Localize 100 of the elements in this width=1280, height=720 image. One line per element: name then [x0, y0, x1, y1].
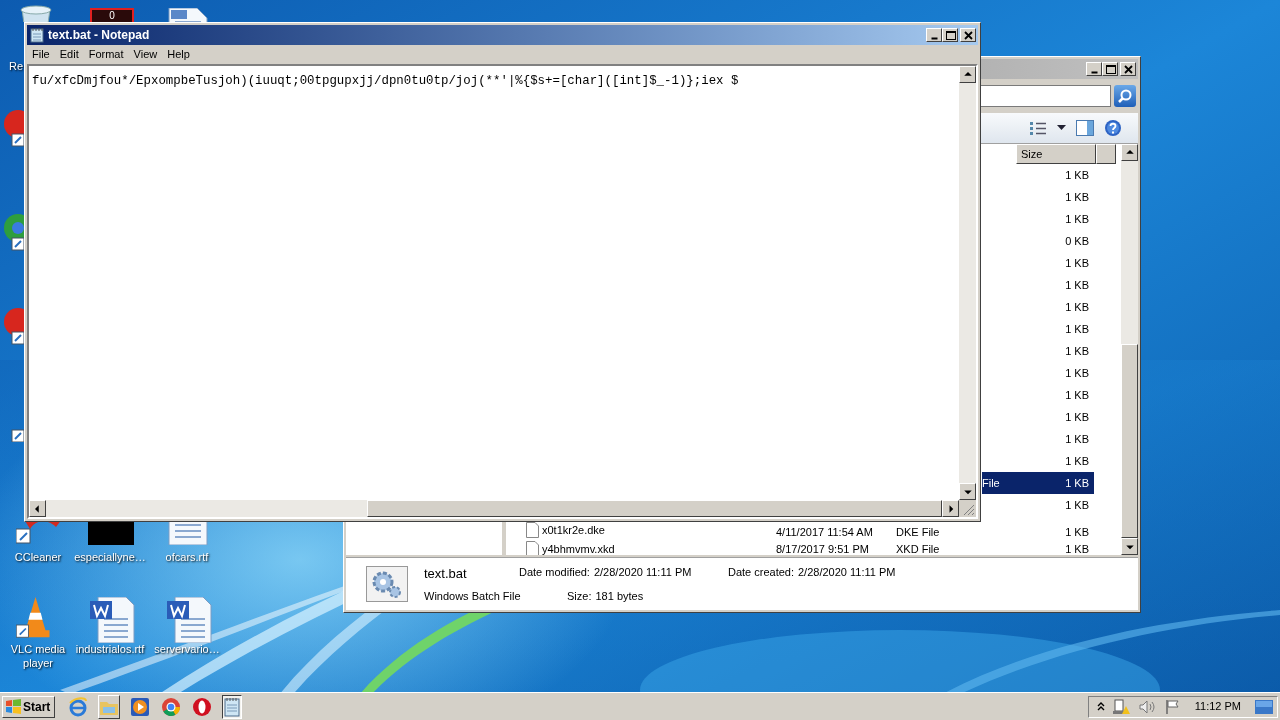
clock[interactable]: 11:12 PM [1188, 698, 1247, 715]
scroll-up-button[interactable] [1121, 144, 1138, 161]
file-size: 0 KB [1065, 233, 1090, 249]
file-row[interactable]: 1 KB [982, 296, 1094, 318]
file-size: 1 KB [1065, 387, 1090, 403]
icon-label: Re [9, 59, 24, 74]
file-row[interactable]: 1 KB [982, 340, 1094, 362]
word-document-icon[interactable] [165, 597, 213, 643]
maximize-button[interactable] [942, 28, 958, 42]
chevron-up-icon[interactable] [1096, 702, 1105, 711]
file-type: DKE File [896, 526, 940, 538]
browser-icon [68, 696, 88, 717]
counter-icon[interactable]: 0 [90, 8, 134, 22]
minimize-icon [930, 36, 938, 40]
maximize-button[interactable] [1102, 62, 1118, 76]
file-row[interactable]: 1 KB [982, 406, 1094, 428]
windows-logo-icon [5, 699, 22, 714]
file-size: 1 KB [1065, 365, 1090, 381]
resize-grip-icon[interactable] [959, 500, 976, 517]
app-icon[interactable] [11, 429, 24, 442]
search-button[interactable] [1114, 85, 1136, 107]
file-row[interactable]: 1 KB [982, 384, 1094, 406]
file-row[interactable]: 1 KB [982, 318, 1094, 340]
scroll-up-button[interactable] [959, 66, 976, 83]
file-row[interactable]: 1 KB [982, 208, 1094, 230]
scrollbar-thumb[interactable] [367, 500, 942, 517]
file-size: 1 KB [1065, 189, 1090, 205]
document-icon[interactable] [165, 8, 209, 22]
document-icon[interactable] [165, 522, 209, 545]
speaker-icon[interactable] [1138, 699, 1157, 714]
file-row[interactable]: 1 KB [982, 164, 1094, 186]
menu-item[interactable]: Edit [54, 46, 84, 63]
menu-item[interactable]: Help [162, 46, 195, 63]
help-icon[interactable] [1104, 119, 1122, 137]
thumbnail-icon[interactable] [88, 522, 134, 545]
flag-icon[interactable] [1164, 698, 1181, 715]
file-size: 1 KB [1065, 526, 1089, 538]
file-type: File [982, 476, 1000, 489]
menu-item[interactable]: Format [83, 46, 129, 63]
file-row[interactable]: 1 KB [982, 252, 1094, 274]
file-size: 1 KB [1065, 321, 1090, 337]
scroll-down-button[interactable] [959, 483, 976, 500]
menu-item[interactable]: View [128, 46, 163, 63]
maximize-icon [1103, 63, 1117, 75]
file-name: text.bat [424, 565, 468, 583]
icon-label: VLC media player [9, 642, 67, 670]
file-size: 1 KB [1065, 255, 1090, 271]
field-label: Date modified: [519, 565, 590, 580]
file-size: 1 KB [1065, 343, 1090, 359]
taskbar-button[interactable] [222, 694, 242, 719]
start-button[interactable]: Start [2, 695, 55, 718]
minimize-button[interactable] [1086, 62, 1102, 76]
field-label: Date created: [727, 565, 794, 580]
file-size: 1 KB [1065, 299, 1090, 315]
minimize-icon [1090, 70, 1098, 74]
word-document-icon[interactable] [88, 597, 136, 643]
field-value: 181 bytes [595, 588, 644, 604]
show-desktop-icon[interactable] [1255, 698, 1273, 715]
field-value: 2/28/2020 11:11 PM [593, 565, 693, 580]
close-button[interactable] [960, 28, 976, 42]
column-header[interactable]: Size [1016, 144, 1096, 164]
menu-item[interactable]: File [27, 46, 55, 63]
view-options-icon[interactable] [1029, 121, 1047, 135]
gear-icon [366, 566, 408, 602]
field-value: 2/28/2020 11:11 PM [798, 565, 896, 580]
file-row[interactable]: 1 KB [982, 494, 1094, 516]
caret-icon[interactable] [1057, 125, 1066, 131]
network-warning-icon[interactable] [1112, 698, 1131, 715]
opera-icon [192, 696, 212, 717]
file-row[interactable]: 1 KB [982, 428, 1094, 450]
scroll-left-button[interactable] [29, 500, 46, 517]
file-date: 4/11/2017 11:54 AM [776, 526, 873, 538]
field-label: Size: [567, 588, 592, 604]
file-type: XKD File [896, 542, 940, 555]
scroll-down-button[interactable] [1121, 538, 1138, 555]
window-title: text.bat - Notepad [48, 27, 151, 44]
scroll-right-button[interactable] [942, 500, 959, 517]
maximize-icon [943, 29, 957, 41]
media-player-icon [130, 696, 150, 717]
file-row[interactable]: 1 KB [982, 362, 1094, 384]
icon-label: industrialos.rtf [74, 642, 146, 656]
notepad-icon[interactable] [29, 27, 45, 43]
chrome-icon [161, 696, 181, 717]
file-row[interactable]: 1 KB [982, 450, 1094, 472]
file-row[interactable]: 0 KB [982, 230, 1094, 252]
close-button[interactable] [1120, 62, 1136, 76]
file-size: 1 KB [1065, 277, 1090, 293]
file-row[interactable]: 1 KB [982, 274, 1094, 296]
icon-label: servervario… [153, 642, 221, 656]
file-row[interactable]: x0t1kr2e.dke 4/11/2017 11:54 AM DKE File 1 KB [506, 522, 1094, 538]
file-type: Windows Batch File [424, 588, 522, 604]
file-row[interactable]: File 1 KB [982, 472, 1094, 494]
file-size: 1 KB [1065, 453, 1090, 469]
scrollbar-thumb[interactable] [1121, 344, 1138, 538]
file-size: 1 KB [1065, 431, 1090, 447]
minimize-button[interactable] [926, 28, 942, 42]
file-row[interactable]: 1 KB [982, 186, 1094, 208]
preview-pane-icon[interactable] [1076, 120, 1094, 136]
file-row[interactable]: y4bhmvmv.xkd 8/17/2017 9:51 PM XKD File 1 KB [506, 538, 1094, 555]
file-size: 1 KB [1065, 211, 1090, 227]
